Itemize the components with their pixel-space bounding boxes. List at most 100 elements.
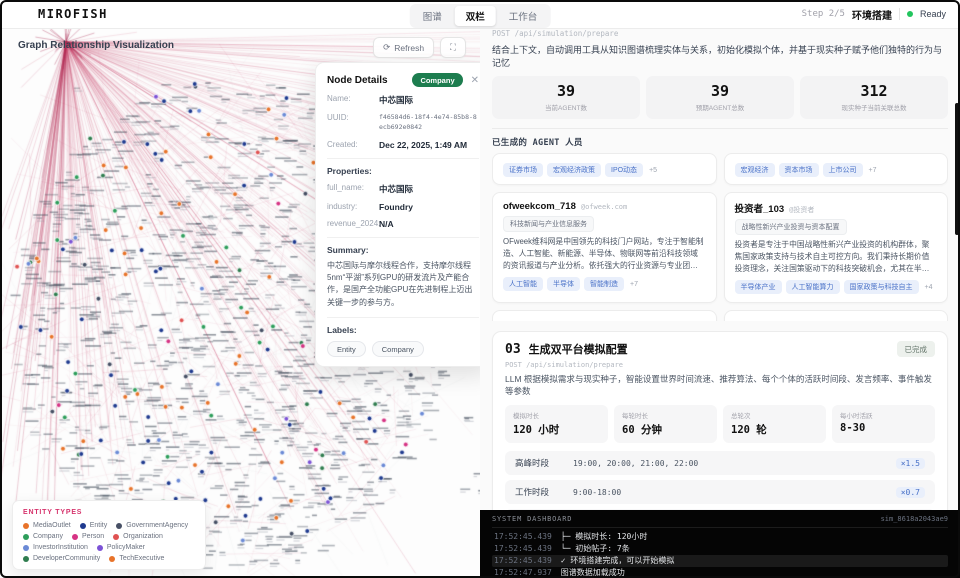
legend-label: PolicyMaker [107, 544, 145, 551]
refresh-label: Refresh [394, 43, 424, 53]
session-id: sim_8618a2043ae9 [881, 515, 948, 523]
stat-box: 312现实种子当前关联总数 [800, 76, 948, 119]
tab-双栏[interactable]: 双栏 [455, 6, 496, 26]
step-label: Step 2/5 [802, 9, 845, 19]
divider [327, 158, 479, 159]
terminal-line: 17:52:47.937图谱数据加载成功 [492, 567, 948, 578]
node-label-pill: Entity [327, 341, 366, 357]
refresh-button[interactable]: ⟳ Refresh [373, 37, 434, 58]
close-icon[interactable]: ✕ [471, 75, 479, 86]
topic-chip: 人工智能算力 [786, 280, 840, 294]
node-details-title: Node Details [327, 75, 406, 86]
legend-label: TechExecutive [119, 555, 164, 562]
legend-dot-icon [23, 556, 29, 562]
agent-name-row: 腾讯_757@腾讯 [503, 319, 706, 321]
period-time: 19:00, 20:00, 21:00, 22:00 [573, 459, 896, 468]
property-label: full_name: [327, 183, 379, 195]
stat-value: 39 [496, 82, 636, 100]
node-labels: Entity Company [327, 341, 479, 357]
graph-panel[interactable]: Graph Relationship Visualization ⟳ Refre… [0, 28, 481, 578]
more-chips-count: +7 [630, 281, 638, 288]
more-chips-count: +7 [869, 167, 877, 174]
param-label: 模拟时长 [513, 410, 600, 420]
divider [492, 128, 948, 129]
status-label: Ready [920, 9, 946, 19]
status-dot-icon [907, 11, 913, 17]
simulation-config-card: 03 生成双平台模拟配置 已完成 POST /api/simulation/pr… [492, 331, 948, 510]
log-timestamp: 17:52:47.937 [494, 567, 552, 578]
properties-title: Properties: [327, 166, 479, 176]
fullscreen-button[interactable]: ⛶ [440, 37, 466, 58]
topic-chips: 人工智能半导体智能制造+7 [503, 277, 706, 291]
period-label: 工作时段 [515, 486, 573, 498]
property-label: industry: [327, 202, 379, 212]
activity-periods: 高峰时段19:00, 20:00, 21:00, 22:00×1.5工作时段9:… [505, 451, 935, 510]
legend-label: DeveloperCommunity [33, 555, 100, 562]
agent-card[interactable]: ofweekcom_718@ofweek.com科技新闻与产业信息服务OFwee… [492, 192, 717, 303]
log-timestamp: 17:52:45.439 [494, 555, 552, 567]
topic-chip: 人工智能 [503, 277, 543, 291]
period-time: 9:00-18:00 [573, 488, 896, 497]
topic-chips: 证券市场宏观经济政策IPO动态+5 [503, 163, 706, 177]
legend-item-Organization: Organization [113, 533, 163, 540]
legend-item-TechExecutive: TechExecutive [109, 555, 164, 562]
log-message: ├─ 模拟时长: 120小时 [561, 531, 648, 543]
legend-label: GovernmentAgency [126, 522, 188, 529]
view-tabs: 图谱双栏工作台 [410, 4, 551, 28]
property-row: industry:Foundry [327, 202, 479, 212]
log-message: ✓ 环境搭建完成，可以开始模拟 [561, 555, 675, 567]
section-intro: 结合上下文，自动调用工具从知识图谱梳理实体与关系，初始化模拟个体，并基于现实种子… [492, 43, 948, 69]
agent-card-partial[interactable]: 证券市场宏观经济政策IPO动态+5 [492, 153, 717, 185]
field-value: f46584d6-18f4-4e74-85b8-8ecb692e0842 [379, 113, 479, 133]
topic-chip: 证券市场 [503, 163, 543, 177]
terminal-line: 17:52:45.439 ├─ 模拟时长: 120小时 [492, 531, 948, 543]
refresh-icon: ⟳ [383, 42, 390, 53]
field-value: 中芯国际 [379, 94, 413, 106]
simulation-config-panel: POST /api/simulation/prepare 结合上下文，自动调用工… [480, 28, 960, 510]
topic-chips: 宏观经济资本市场上市公司+7 [735, 163, 938, 177]
agent-description: OFweek维科网是中国领先的科技门户网站，专注于智能制造、人工智能、新能源、半… [503, 236, 706, 272]
node-type-badge: Company [412, 73, 462, 87]
field-label: Name: [327, 94, 379, 106]
agent-role-badge: 科技新闻与产业信息服务 [503, 216, 594, 232]
agent-handle: @投资者 [789, 205, 814, 215]
terminal-header: SYSTEM DASHBOARD sim_8618a2043ae9 [492, 515, 948, 528]
node-field-row: Name:中芯国际 [327, 94, 479, 106]
agent-card[interactable]: 腾讯_757@腾讯互联网科技公司，提供社交平台、数字内容、金融科技、云计算与人工… [492, 310, 717, 321]
divider [327, 317, 479, 318]
topic-chip: 国家政策与科技自主 [844, 280, 919, 294]
agent-card[interactable]: 证券时报网_551@证券时报网财经新闻与行业研究媒体机构证券时报网（stcn.c… [724, 310, 949, 321]
stat-value: 312 [804, 82, 944, 100]
agents-list-viewport[interactable]: 证券市场宏观经济政策IPO动态+5 宏观经济资本市场上市公司+7 ofweekcom… [492, 153, 948, 321]
fullscreen-icon: ⛶ [450, 42, 456, 53]
legend-dot-icon [113, 534, 119, 540]
legend-dot-icon [23, 523, 29, 529]
tab-图谱[interactable]: 图谱 [412, 6, 453, 26]
agent-name: 证券时报网_551 [735, 319, 804, 321]
stat-value: 39 [650, 82, 790, 100]
param-value: 60 分钟 [622, 422, 709, 437]
node-field-row: Created:Dec 22, 2025, 1:49 AM [327, 140, 479, 150]
log-timestamp: 17:52:45.439 [494, 531, 552, 543]
period-label: 高峰时段 [515, 457, 573, 469]
legend-label: InvestorInstitution [33, 544, 88, 551]
param-box: 每小时活跃8-30 [832, 405, 935, 443]
scrollbar-thumb[interactable] [955, 103, 959, 235]
property-value: 中芯国际 [379, 183, 413, 195]
param-label: 总轮次 [731, 410, 818, 420]
section-description: LLM 根据模拟需求与现实种子，智能设置世界时间流速、推荐算法、每个个体的活跃时… [505, 373, 935, 397]
node-label-pill: Company [372, 341, 424, 357]
legend-dot-icon [72, 534, 78, 540]
node-details-card: Node Details Company ✕ Name:中芯国际UUID:f46… [315, 62, 481, 367]
legend-item-Person: Person [72, 533, 104, 540]
node-fields: Name:中芯国际UUID:f46584d6-18f4-4e74-85b8-8e… [327, 94, 479, 150]
tab-工作台[interactable]: 工作台 [498, 6, 549, 26]
agent-card[interactable]: 投资者_103@投资者战略性新兴产业投资与资本配置投资者是专注于中国战略性新兴产… [724, 192, 949, 303]
agent-card-partial[interactable]: 宏观经济资本市场上市公司+7 [724, 153, 949, 185]
legend-dot-icon [116, 523, 122, 529]
simulation-params: 模拟时长120 小时每轮时长60 分钟总轮次120 轮每小时活跃8-30 [505, 405, 935, 443]
node-details-header: Node Details Company ✕ [327, 73, 479, 87]
legend-item-DeveloperCommunity: DeveloperCommunity [23, 555, 100, 562]
legend-label: Organization [123, 533, 163, 540]
terminal-title: SYSTEM DASHBOARD [492, 515, 881, 523]
